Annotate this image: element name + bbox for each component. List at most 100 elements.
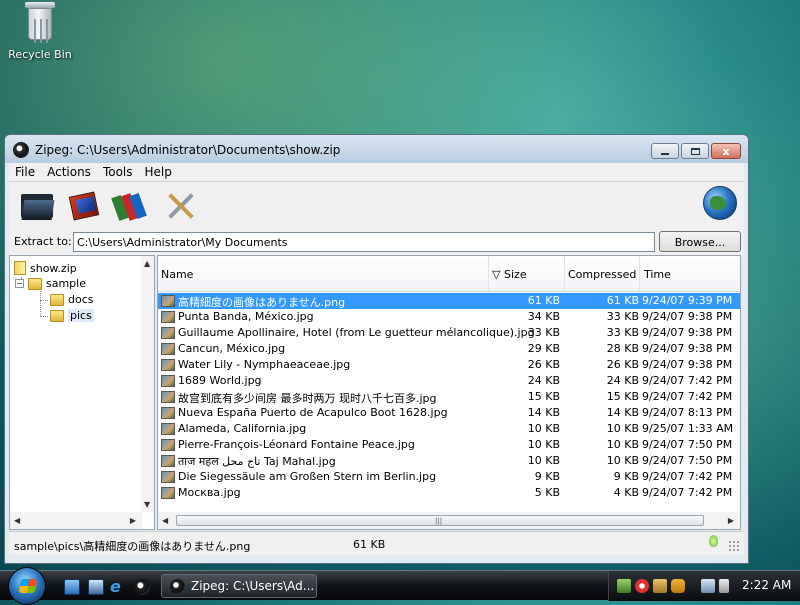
tree-node-root[interactable]: show.zip <box>14 261 77 275</box>
table-row[interactable]: Water Lily - Nymphaeaceae.jpg 26 KB 26 KB 9… <box>158 357 740 373</box>
image-file-icon <box>161 423 175 435</box>
status-size: 61 KB <box>353 538 386 551</box>
infinity-app-icon[interactable] <box>671 579 685 593</box>
row-size: 5 KB <box>534 486 560 499</box>
tools-icon[interactable] <box>163 188 199 224</box>
row-size: 61 KB <box>527 294 560 307</box>
row-size: 33 KB <box>527 326 560 339</box>
extract-book-icon[interactable] <box>67 188 103 224</box>
row-compressed: 33 KB <box>606 310 639 323</box>
column-name-header[interactable]: Name <box>161 268 193 281</box>
image-file-icon <box>161 311 175 323</box>
row-name: Alameda, California.jpg <box>178 422 307 435</box>
scroll-right-icon[interactable]: ▶ <box>728 516 734 525</box>
image-file-icon <box>161 359 175 371</box>
tree-node-docs[interactable]: docs <box>50 293 94 306</box>
column-compressed-header[interactable]: Compressed <box>568 268 636 281</box>
scroll-down-icon[interactable]: ▼ <box>144 500 150 509</box>
row-time: 9/25/07 1:33 AM <box>642 422 734 435</box>
scroll-left-icon[interactable]: ◀ <box>14 516 20 525</box>
menu-tools[interactable]: Tools <box>97 165 139 179</box>
start-button[interactable] <box>8 567 46 605</box>
row-size: 34 KB <box>527 310 560 323</box>
taskbar-zipeg-button[interactable]: Zipeg: C:\Users\Ad... <box>161 574 317 598</box>
toolbar <box>9 181 744 229</box>
extract-to-label: Extract to: <box>14 235 72 248</box>
scroll-up-icon[interactable]: ▲ <box>144 259 150 268</box>
title-bar[interactable]: Zipeg: C:\Users\Administrator\Documents\… <box>5 135 748 163</box>
table-row[interactable]: Alameda, California.jpg 10 KB 10 KB 9/25/07… <box>158 421 740 437</box>
folder-icon <box>50 293 64 306</box>
table-row[interactable]: 高精細度の画像はありません.png 61 KB 61 KB 9/24/07 9:39 … <box>158 293 740 309</box>
zipeg-quicklaunch-icon[interactable] <box>134 579 150 595</box>
table-row[interactable]: Die Siegessäule am Großen Stern im Berli… <box>158 469 740 485</box>
extract-path-input[interactable] <box>73 232 655 252</box>
row-name: 故宫到底有多少间房 最多时两万 现时八千七百多.jpg <box>178 392 437 405</box>
table-row[interactable]: Москва.jpg 5 KB 4 KB 9/24/07 7:42 PM <box>158 485 740 501</box>
row-name: Nueva España Puerto de Acapulco Boot 162… <box>178 406 448 419</box>
internet-explorer-icon[interactable]: e <box>110 579 126 595</box>
table-row[interactable]: Pierre-François-Léonard Fontaine Peace.j… <box>158 437 740 453</box>
row-name: Москва.jpg <box>178 486 241 499</box>
menu-actions[interactable]: Actions <box>41 165 97 179</box>
resize-grip-icon[interactable] <box>728 540 740 552</box>
row-time: 9/24/07 9:38 PM <box>642 310 733 323</box>
collapse-icon[interactable]: − <box>15 279 24 288</box>
row-compressed: 15 KB <box>606 390 639 403</box>
table-row[interactable]: Guillaume Apollinaire, Hotel (from Le gu… <box>158 325 740 341</box>
list-horizontal-scrollbar[interactable]: ◀ ||| ▶ <box>158 512 740 529</box>
table-row[interactable]: Punta Banda, México.jpg 34 KB 33 KB 9/24/07… <box>158 309 740 325</box>
table-row[interactable]: 1689 World.jpg 24 KB 24 KB 9/24/07 7:42 PM <box>158 373 740 389</box>
row-size: 15 KB <box>527 390 560 403</box>
globe-icon[interactable] <box>703 186 737 220</box>
show-desktop-icon[interactable] <box>64 579 80 595</box>
close-button[interactable]: x <box>711 143 741 159</box>
recycle-bin-desktop-icon[interactable]: Recycle Bin <box>6 2 74 61</box>
image-file-icon <box>161 407 175 419</box>
table-row[interactable]: Nueva España Puerto de Acapulco Boot 162… <box>158 405 740 421</box>
network-icon[interactable] <box>701 579 715 593</box>
table-row[interactable]: ताज महल تاج محل Taj Mahal.jpg 10 KB 10 KB 9… <box>158 453 740 469</box>
row-compressed: 9 KB <box>613 470 639 483</box>
tree-vertical-scrollbar[interactable]: ▲ ▼ <box>141 256 154 512</box>
volume-icon[interactable] <box>719 579 729 593</box>
tree-horizontal-scrollbar[interactable]: ◀ ▶ <box>10 512 142 529</box>
sort-descending-icon[interactable]: ▽ <box>492 268 500 281</box>
tree-node-pics[interactable]: pics <box>50 309 94 322</box>
row-name: 高精細度の画像はありません.png <box>178 296 346 309</box>
image-file-icon <box>161 327 175 339</box>
maximize-button[interactable] <box>681 143 709 159</box>
tray-app-icon[interactable] <box>653 579 667 593</box>
table-row[interactable]: 故宫到底有多少间房 最多时两万 现时八千七百多.jpg 15 KB 15 KB 9/2… <box>158 389 740 405</box>
open-folder-icon[interactable] <box>19 188 55 224</box>
tree-node-sample[interactable]: − sample <box>15 277 86 290</box>
row-compressed: 10 KB <box>606 438 639 451</box>
column-size-header[interactable]: Size <box>504 268 527 281</box>
menu-file[interactable]: File <box>9 165 41 179</box>
books-icon[interactable] <box>111 188 147 224</box>
scroll-left-icon[interactable]: ◀ <box>162 516 168 525</box>
row-size: 29 KB <box>527 342 560 355</box>
status-path: sample\pics\高精細度の画像はありません.png <box>14 540 251 553</box>
table-row[interactable]: Cancun, México.jpg 29 KB 28 KB 9/24/07 9:38… <box>158 341 740 357</box>
clock[interactable]: 2:22 AM <box>742 578 791 592</box>
row-size: 10 KB <box>527 454 560 467</box>
row-compressed: 24 KB <box>606 374 639 387</box>
scroll-thumb[interactable]: ||| <box>176 515 704 526</box>
switch-windows-icon[interactable] <box>88 579 104 595</box>
network-app-icon[interactable] <box>617 579 631 593</box>
lightbulb-icon[interactable] <box>709 535 718 547</box>
column-time-header[interactable]: Time <box>644 268 671 281</box>
security-shield-icon[interactable] <box>635 579 649 593</box>
row-name: 1689 World.jpg <box>178 374 262 387</box>
browse-button[interactable]: Browse... <box>659 231 741 252</box>
list-header: Name ▽ Size Compressed Time <box>158 256 740 292</box>
minimize-button[interactable] <box>651 143 679 159</box>
row-size: 24 KB <box>527 374 560 387</box>
row-compressed: 28 KB <box>606 342 639 355</box>
window-title: Zipeg: C:\Users\Administrator\Documents\… <box>35 143 341 157</box>
folder-tree: show.zip − sample docs pics ▲ ▼ ◀ ▶ <box>9 255 155 530</box>
menu-help[interactable]: Help <box>139 165 178 179</box>
row-time: 9/24/07 7:42 PM <box>642 374 733 387</box>
scroll-right-icon[interactable]: ▶ <box>130 516 136 525</box>
